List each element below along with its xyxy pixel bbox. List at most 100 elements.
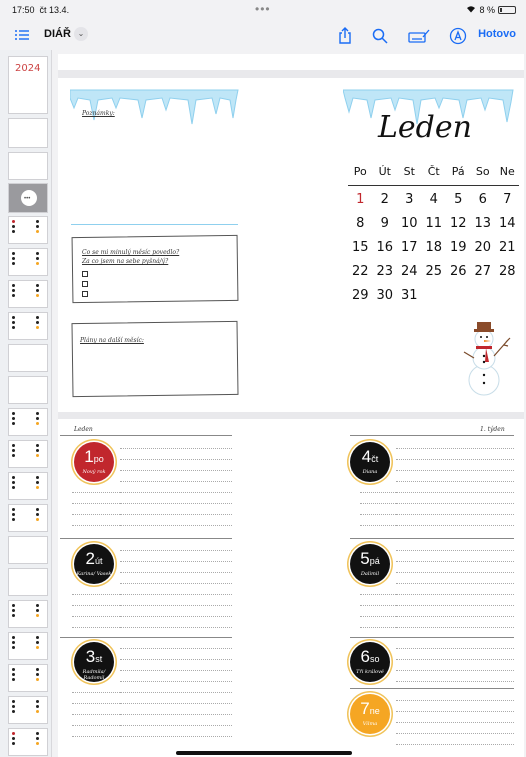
thumbnail-page[interactable] bbox=[8, 600, 48, 628]
home-indicator[interactable] bbox=[176, 751, 352, 755]
writing-line[interactable] bbox=[360, 605, 514, 606]
thumbnail-page[interactable] bbox=[8, 408, 48, 436]
writing-line[interactable] bbox=[120, 448, 232, 449]
page-thumbnails-sidebar[interactable]: 2024 ••• bbox=[0, 50, 52, 757]
writing-line[interactable] bbox=[72, 594, 232, 595]
document-title[interactable]: DIÁŘ bbox=[44, 28, 71, 40]
day-badge-sunday[interactable]: 7ne Vilma bbox=[350, 694, 390, 734]
calendar-day[interactable]: 3 bbox=[397, 192, 422, 216]
writing-line[interactable] bbox=[360, 492, 514, 493]
day-badge-friday[interactable]: 5pá Dalimil bbox=[350, 544, 390, 584]
writing-line[interactable] bbox=[120, 572, 232, 573]
writing-line[interactable] bbox=[396, 648, 514, 649]
writing-line[interactable] bbox=[396, 550, 514, 551]
writing-line[interactable] bbox=[396, 470, 514, 471]
planner-page[interactable] bbox=[58, 54, 524, 757]
search-icon[interactable] bbox=[371, 27, 389, 45]
thumbnail-cover[interactable]: 2024 bbox=[8, 56, 48, 114]
calendar-day[interactable]: 29 bbox=[348, 288, 373, 312]
calendar-day[interactable]: 11 bbox=[422, 216, 447, 240]
writing-line[interactable] bbox=[72, 736, 232, 737]
calendar-day[interactable]: 8 bbox=[348, 216, 373, 240]
calendar-day[interactable]: 23 bbox=[373, 264, 398, 288]
writing-line[interactable] bbox=[396, 681, 514, 682]
writing-line[interactable] bbox=[396, 561, 514, 562]
thumbnail-page[interactable] bbox=[8, 536, 48, 564]
writing-line[interactable] bbox=[72, 714, 232, 715]
calendar-day[interactable]: 2 bbox=[373, 192, 398, 216]
thumbnail-page[interactable] bbox=[8, 568, 48, 596]
calendar-day[interactable]: 15 bbox=[348, 240, 373, 264]
calendar-day[interactable]: 17 bbox=[397, 240, 422, 264]
writing-line[interactable] bbox=[72, 725, 232, 726]
checkbox[interactable] bbox=[82, 281, 88, 287]
writing-line[interactable] bbox=[72, 525, 232, 526]
thumbnail-page[interactable] bbox=[8, 376, 48, 404]
thumbnail-page[interactable] bbox=[8, 118, 48, 148]
writing-line[interactable] bbox=[396, 744, 514, 745]
writing-line[interactable] bbox=[396, 722, 514, 723]
thumbnail-page[interactable] bbox=[8, 280, 48, 308]
calendar-day[interactable]: 26 bbox=[446, 264, 471, 288]
calendar-day[interactable]: 4 bbox=[422, 192, 447, 216]
calendar-day[interactable]: 7 bbox=[495, 192, 520, 216]
calendar-day[interactable]: 12 bbox=[446, 216, 471, 240]
calendar-day[interactable]: 24 bbox=[397, 264, 422, 288]
writing-line[interactable] bbox=[72, 616, 232, 617]
calendar-day[interactable]: 16 bbox=[373, 240, 398, 264]
writing-line[interactable] bbox=[360, 503, 514, 504]
list-icon[interactable] bbox=[14, 28, 30, 42]
writing-line[interactable] bbox=[120, 561, 232, 562]
day-badge-saturday[interactable]: 6so Tři králové bbox=[350, 642, 390, 682]
share-icon[interactable] bbox=[336, 27, 354, 45]
writing-line[interactable] bbox=[396, 659, 514, 660]
writing-line[interactable] bbox=[396, 481, 514, 482]
writing-line[interactable] bbox=[72, 703, 232, 704]
calendar-day[interactable]: 9 bbox=[373, 216, 398, 240]
multitask-dots[interactable]: ••• bbox=[255, 2, 271, 16]
writing-line[interactable] bbox=[396, 583, 514, 584]
thumbnail-page[interactable] bbox=[8, 344, 48, 372]
calendar-day[interactable]: 27 bbox=[471, 264, 496, 288]
calendar-day[interactable]: 14 bbox=[495, 216, 520, 240]
writing-line[interactable] bbox=[360, 616, 514, 617]
writing-line[interactable] bbox=[72, 503, 232, 504]
thumbnail-page[interactable] bbox=[8, 504, 48, 532]
thumbnail-page[interactable] bbox=[8, 472, 48, 500]
writing-line[interactable] bbox=[120, 659, 232, 660]
writing-line[interactable] bbox=[360, 514, 514, 515]
done-button[interactable]: Hotovo bbox=[478, 28, 516, 40]
calendar-day[interactable]: 22 bbox=[348, 264, 373, 288]
thumbnail-page[interactable] bbox=[8, 728, 48, 756]
calendar-day[interactable]: 20 bbox=[471, 240, 496, 264]
thumbnail-page[interactable] bbox=[8, 216, 48, 244]
writing-line[interactable] bbox=[360, 525, 514, 526]
writing-line[interactable] bbox=[72, 627, 232, 628]
thumbnail-page-selected[interactable]: ••• bbox=[8, 183, 48, 213]
chevron-down-icon[interactable]: ⌄ bbox=[74, 27, 88, 41]
calendar-day[interactable]: 5 bbox=[446, 192, 471, 216]
calendar-day[interactable]: 13 bbox=[471, 216, 496, 240]
calendar-day[interactable]: 28 bbox=[495, 264, 520, 288]
thumbnail-page[interactable] bbox=[8, 152, 48, 180]
calendar-day[interactable]: 31 bbox=[397, 288, 422, 312]
accomplishments-box[interactable] bbox=[71, 234, 239, 304]
thumbnail-page[interactable] bbox=[8, 696, 48, 724]
checkbox[interactable] bbox=[82, 291, 88, 297]
writing-line[interactable] bbox=[72, 605, 232, 606]
plans-box[interactable] bbox=[71, 320, 239, 398]
day-badge-monday[interactable]: 1po Nový rok bbox=[74, 442, 114, 482]
writing-line[interactable] bbox=[396, 733, 514, 734]
writing-line[interactable] bbox=[120, 550, 232, 551]
writing-line[interactable] bbox=[360, 627, 514, 628]
pen-tool-icon[interactable] bbox=[449, 27, 467, 45]
writing-line[interactable] bbox=[396, 572, 514, 573]
thumbnail-page[interactable] bbox=[8, 632, 48, 660]
writing-line[interactable] bbox=[396, 700, 514, 701]
writing-line[interactable] bbox=[72, 692, 232, 693]
writing-line[interactable] bbox=[360, 594, 514, 595]
writing-line[interactable] bbox=[396, 711, 514, 712]
calendar-day[interactable]: 1 bbox=[348, 192, 373, 216]
markup-icon[interactable] bbox=[408, 27, 430, 45]
writing-line[interactable] bbox=[396, 459, 514, 460]
